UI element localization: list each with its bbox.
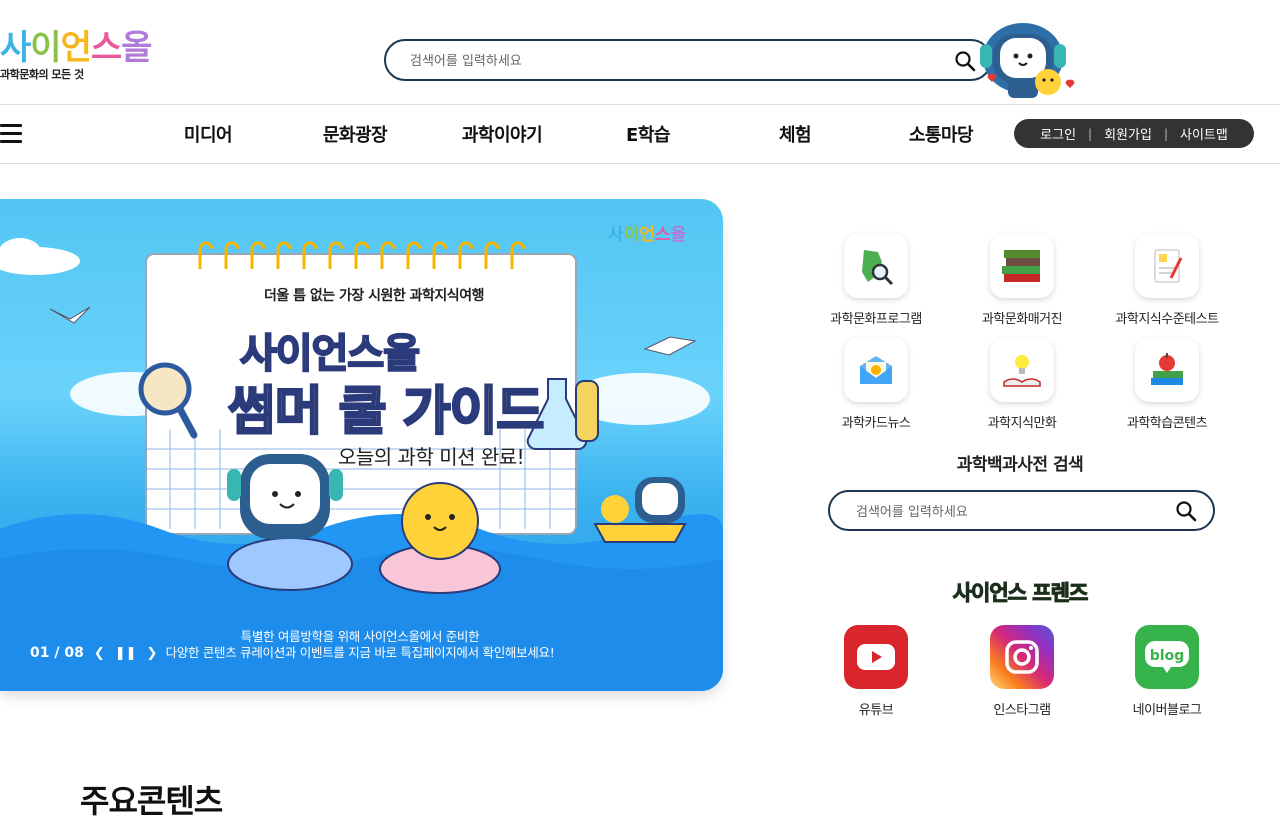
mascot-image xyxy=(978,18,1078,106)
nav-item-culture[interactable]: 문화광장 xyxy=(295,121,415,147)
banner-caption-line2: 다양한 콘텐츠 큐레이션과 이벤트를 지금 바로 특집페이지에서 확인해보세요! xyxy=(165,645,555,660)
nav-item-media[interactable]: 미디어 xyxy=(148,121,268,147)
sitemap-link[interactable]: 사이트맵 xyxy=(1180,124,1228,143)
youtube-icon xyxy=(844,625,908,689)
science-friends-title: 사이언스 프렌즈 xyxy=(952,581,1089,606)
util-separator: | xyxy=(1088,126,1093,141)
quick-menu-label: 과학지식만화 xyxy=(987,416,1057,431)
quick-menu-label: 과학학습콘텐츠 xyxy=(1126,416,1208,431)
quick-menu-label: 과학지식수준테스트 xyxy=(1115,312,1219,327)
quick-menu-label: 과학카드뉴스 xyxy=(841,416,911,431)
banner-logo: 사이언스올 xyxy=(608,225,687,245)
books-icon xyxy=(990,234,1054,298)
slide-counter: 01 / 08 xyxy=(30,645,84,661)
test-paper-icon xyxy=(1135,234,1199,298)
util-separator: | xyxy=(1163,126,1168,141)
banner-subtitle: 오늘의 과학 미션 완료! xyxy=(338,445,525,469)
quick-menu-learning[interactable]: 과학학습콘텐츠 xyxy=(1112,338,1222,431)
banner-controls: 01 / 08 ❮ ❚❚ ❯ xyxy=(30,645,157,661)
logo-tagline: 과학문화의 모든 것 xyxy=(0,68,84,81)
pause-icon[interactable]: ❚❚ xyxy=(115,646,137,661)
quick-menu-card-news[interactable]: 과학카드뉴스 xyxy=(821,338,931,431)
quick-menu-program[interactable]: 과학문화프로그램 xyxy=(821,234,931,327)
search-icon[interactable] xyxy=(954,50,976,72)
quick-menu-comics[interactable]: 과학지식만화 xyxy=(967,338,1077,431)
map-magnifier-icon xyxy=(844,234,908,298)
quick-menu-level-test[interactable]: 과학지식수준테스트 xyxy=(1112,234,1222,327)
nav-item-science-story[interactable]: 과학이야기 xyxy=(442,121,562,147)
quick-menu-label: 과학문화프로그램 xyxy=(830,312,922,327)
main-contents-heading: 주요콘텐츠 xyxy=(80,782,223,820)
sns-label: 유튜브 xyxy=(858,703,894,718)
main-banner-slide[interactable]: 사이언스올 더울 틈 없는 가장 시원한 과학지식여행 사이언스올 썸머 쿨 가… xyxy=(0,199,723,691)
encyclopedia-search-input[interactable] xyxy=(854,500,1158,524)
search-icon[interactable] xyxy=(1175,500,1197,522)
encyclopedia-search-box xyxy=(828,490,1215,531)
banner-caption: 특별한 여름방학을 위해 사이언스올에서 준비한 다양한 콘텐츠 큐레이션과 이… xyxy=(150,629,570,661)
join-link[interactable]: 회원가입 xyxy=(1104,124,1152,143)
menu-hamburger-icon[interactable] xyxy=(0,124,22,144)
banner-caption-line1: 특별한 여름방학을 위해 사이언스올에서 준비한 xyxy=(240,629,480,644)
nav-item-experience[interactable]: 체험 xyxy=(735,121,855,147)
quick-menu-magazine[interactable]: 과학문화매거진 xyxy=(967,234,1077,327)
utility-menu: 로그인 | 회원가입 | 사이트맵 xyxy=(1014,119,1254,148)
global-search-box xyxy=(384,39,992,81)
nav-divider xyxy=(0,163,1280,164)
banner-title-line2: 썸머 쿨 가이드 xyxy=(227,381,546,444)
prev-slide-icon[interactable]: ❮ xyxy=(94,646,105,661)
youtube-link[interactable]: 유튜브 xyxy=(826,625,926,718)
sns-label: 인스타그램 xyxy=(993,703,1051,718)
instagram-link[interactable]: 인스타그램 xyxy=(972,625,1072,718)
banner-heading: 더울 틈 없는 가장 시원한 과학지식여행 xyxy=(264,288,484,304)
mail-card-icon xyxy=(844,338,908,402)
next-slide-icon[interactable]: ❯ xyxy=(147,646,158,661)
apple-books-icon xyxy=(1135,338,1199,402)
quick-menu-label: 과학문화매거진 xyxy=(981,312,1063,327)
blog-icon: blog xyxy=(1135,625,1199,689)
header-divider xyxy=(0,104,1280,105)
svg-text:blog: blog xyxy=(1150,648,1184,664)
nav-item-elearning[interactable]: E학습 xyxy=(588,121,708,147)
instagram-icon xyxy=(990,625,1054,689)
sns-label: 네이버블로그 xyxy=(1132,703,1202,718)
global-search-input[interactable] xyxy=(408,49,932,73)
logo-wordmark: 사이언스올 xyxy=(0,28,152,68)
nav-item-community[interactable]: 소통마당 xyxy=(881,121,1001,147)
encyclopedia-title: 과학백과사전 검색 xyxy=(956,455,1084,475)
login-link[interactable]: 로그인 xyxy=(1040,124,1076,143)
naver-blog-link[interactable]: blog 네이버블로그 xyxy=(1117,625,1217,718)
lightbulb-book-icon xyxy=(990,338,1054,402)
site-logo[interactable]: 사이언스올 과학문화의 모든 것 xyxy=(0,30,190,92)
